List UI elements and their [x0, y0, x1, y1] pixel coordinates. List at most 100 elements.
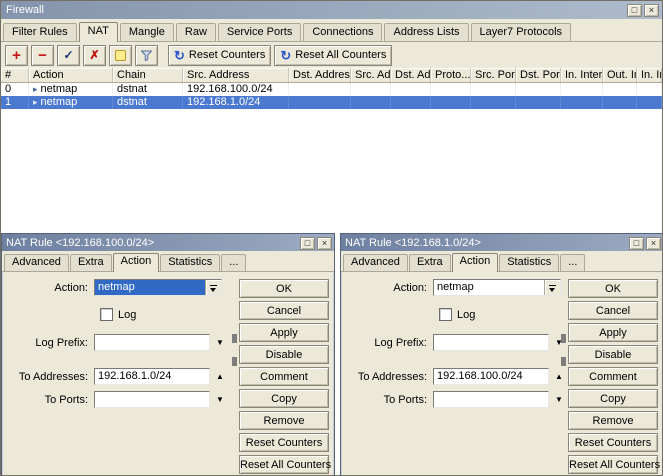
remove-button[interactable]: −	[31, 44, 54, 66]
column-header-src-port[interactable]: Src. Port	[471, 68, 516, 82]
tab-mangle[interactable]: Mangle	[119, 23, 174, 41]
to-addresses-collapse-icon[interactable]: ▲	[553, 372, 565, 381]
restore-button[interactable]: □	[300, 236, 315, 250]
log-checkbox[interactable]	[100, 308, 113, 321]
dialog-tab-statistics[interactable]: Statistics	[499, 254, 560, 271]
close-button[interactable]: ×	[644, 3, 659, 17]
dropdown-button[interactable]	[544, 280, 560, 295]
cancel-button[interactable]: Cancel	[568, 301, 658, 320]
dialog-tab-extra[interactable]: Extra	[69, 254, 112, 271]
close-icon: ×	[648, 5, 655, 15]
add-button[interactable]: +	[5, 44, 28, 66]
action-dropdown[interactable]: netmap	[94, 279, 222, 296]
comment-button[interactable]	[109, 44, 132, 66]
reset-all-counters-button[interactable]: Reset All Counters	[239, 455, 331, 474]
dropdown-button[interactable]	[205, 280, 221, 295]
to-addresses-collapse-icon[interactable]: ▲	[214, 372, 226, 381]
dialog-tab-more[interactable]: ...	[560, 254, 586, 271]
comment-button[interactable]: Comment	[239, 367, 329, 386]
to-ports-expand-icon[interactable]: ▼	[214, 395, 226, 404]
enable-button[interactable]: ✓	[57, 44, 80, 66]
dialog-titlebar[interactable]: NAT Rule <192.168.100.0/24> □ ×	[2, 234, 334, 251]
column-header-src-address-list[interactable]: Src. Ad...	[351, 68, 391, 82]
reset-counters-button[interactable]: Reset Counters	[239, 433, 329, 452]
column-header-dst-address[interactable]: Dst. Address	[289, 68, 351, 82]
close-button[interactable]: ×	[317, 236, 332, 250]
filter-funnel-icon	[141, 50, 152, 61]
dialog-tab-statistics[interactable]: Statistics	[160, 254, 221, 271]
reset-counters-button[interactable]: ↻ Reset Counters	[168, 44, 272, 66]
reset-counters-button[interactable]: Reset Counters	[568, 433, 658, 452]
column-header-number[interactable]: #	[1, 68, 29, 82]
column-header-in-interface-list[interactable]: In. Inte...	[637, 68, 662, 82]
dialog-tab-action[interactable]: Action	[451, 253, 499, 272]
close-button[interactable]: ×	[646, 236, 661, 250]
to-addresses-input[interactable]: 192.168.100.0/24	[433, 368, 549, 385]
remove-button[interactable]: Remove	[568, 411, 658, 430]
dialog-titlebar[interactable]: NAT Rule <192.168.1.0/24> □ ×	[341, 234, 662, 251]
log-prefix-input[interactable]	[433, 334, 549, 351]
disable-button[interactable]: Disable	[568, 345, 658, 364]
tab-service-ports[interactable]: Service Ports	[217, 23, 302, 41]
tab-connections[interactable]: Connections	[303, 23, 383, 41]
action-dropdown[interactable]: netmap	[433, 279, 561, 296]
column-header-src-address[interactable]: Src. Address	[183, 68, 289, 82]
nat-rule-dialog-left: NAT Rule <192.168.100.0/24> □ × Advanced…	[1, 233, 335, 475]
dialog-tab-advanced[interactable]: Advanced	[4, 254, 69, 271]
disable-button[interactable]: Disable	[239, 345, 329, 364]
copy-button[interactable]: Copy	[239, 389, 329, 408]
cancel-button[interactable]: Cancel	[239, 301, 329, 320]
filter-button[interactable]	[135, 44, 158, 66]
ok-button[interactable]: OK	[239, 279, 329, 298]
dialog-controls: □ ×	[629, 236, 661, 250]
column-header-out-interface[interactable]: Out. Int...	[603, 68, 637, 82]
column-header-dst-port[interactable]: Dst. Port	[516, 68, 561, 82]
cell-action: ▸ netmap	[29, 83, 113, 96]
remove-button[interactable]: Remove	[239, 411, 329, 430]
dialog-tab-more[interactable]: ...	[221, 254, 247, 271]
log-prefix-dropdown-icon[interactable]: ▼	[214, 338, 226, 347]
log-prefix-input[interactable]	[94, 334, 210, 351]
ok-button[interactable]: OK	[568, 279, 658, 298]
log-checkbox[interactable]	[439, 308, 452, 321]
copy-button[interactable]: Copy	[568, 389, 658, 408]
tab-address-lists[interactable]: Address Lists	[384, 23, 469, 41]
to-ports-input[interactable]	[94, 391, 210, 408]
column-header-dst-address-list[interactable]: Dst. Ad...	[391, 68, 431, 82]
log-prefix-field-row: Log Prefix: ▼	[8, 334, 226, 351]
tab-raw[interactable]: Raw	[175, 23, 216, 41]
tab-layer7-protocols[interactable]: Layer7 Protocols	[470, 23, 572, 41]
column-header-chain[interactable]: Chain	[113, 68, 183, 82]
column-header-in-interface[interactable]: In. Inter...	[561, 68, 603, 82]
netmap-action-icon: ▸	[33, 84, 38, 94]
to-ports-input[interactable]	[433, 391, 549, 408]
log-prefix-field-row: Log Prefix: ▼	[347, 334, 565, 351]
restore-button[interactable]: □	[627, 3, 642, 17]
restore-button[interactable]: □	[629, 236, 644, 250]
reset-all-counters-button[interactable]: Reset All Counters	[568, 455, 660, 474]
tab-filter-rules[interactable]: Filter Rules	[3, 23, 77, 41]
dialog-scrollbar[interactable]	[232, 334, 237, 366]
to-ports-expand-icon[interactable]: ▼	[553, 395, 565, 404]
window-controls: □ ×	[627, 3, 659, 17]
disable-button[interactable]: ✗	[83, 44, 106, 66]
apply-button[interactable]: Apply	[568, 323, 658, 342]
cell-dst-address	[289, 83, 351, 96]
column-header-protocol[interactable]: Proto...	[431, 68, 471, 82]
to-ports-label: To Ports:	[44, 393, 88, 406]
column-header-action[interactable]: Action	[29, 68, 113, 82]
dialog-tab-action[interactable]: Action	[112, 253, 160, 272]
tab-nat[interactable]: NAT	[78, 22, 118, 42]
dialog-tab-extra[interactable]: Extra	[408, 254, 451, 271]
table-row-0[interactable]: 0 ▸ netmap dstnat 192.168.100.0/24	[1, 83, 662, 96]
apply-button[interactable]: Apply	[239, 323, 329, 342]
dialog-tab-advanced[interactable]: Advanced	[343, 254, 408, 271]
window-titlebar[interactable]: Firewall □ ×	[1, 1, 662, 19]
table-row-1[interactable]: 1 ▸ netmap dstnat 192.168.1.0/24	[1, 96, 662, 109]
cell-in-interface	[561, 96, 603, 109]
action-label: Action:	[54, 281, 88, 294]
to-addresses-input[interactable]: 192.168.1.0/24	[94, 368, 210, 385]
dialog-scrollbar[interactable]	[561, 334, 566, 366]
comment-button[interactable]: Comment	[568, 367, 658, 386]
reset-all-counters-button[interactable]: ↻ Reset All Counters	[274, 44, 393, 66]
